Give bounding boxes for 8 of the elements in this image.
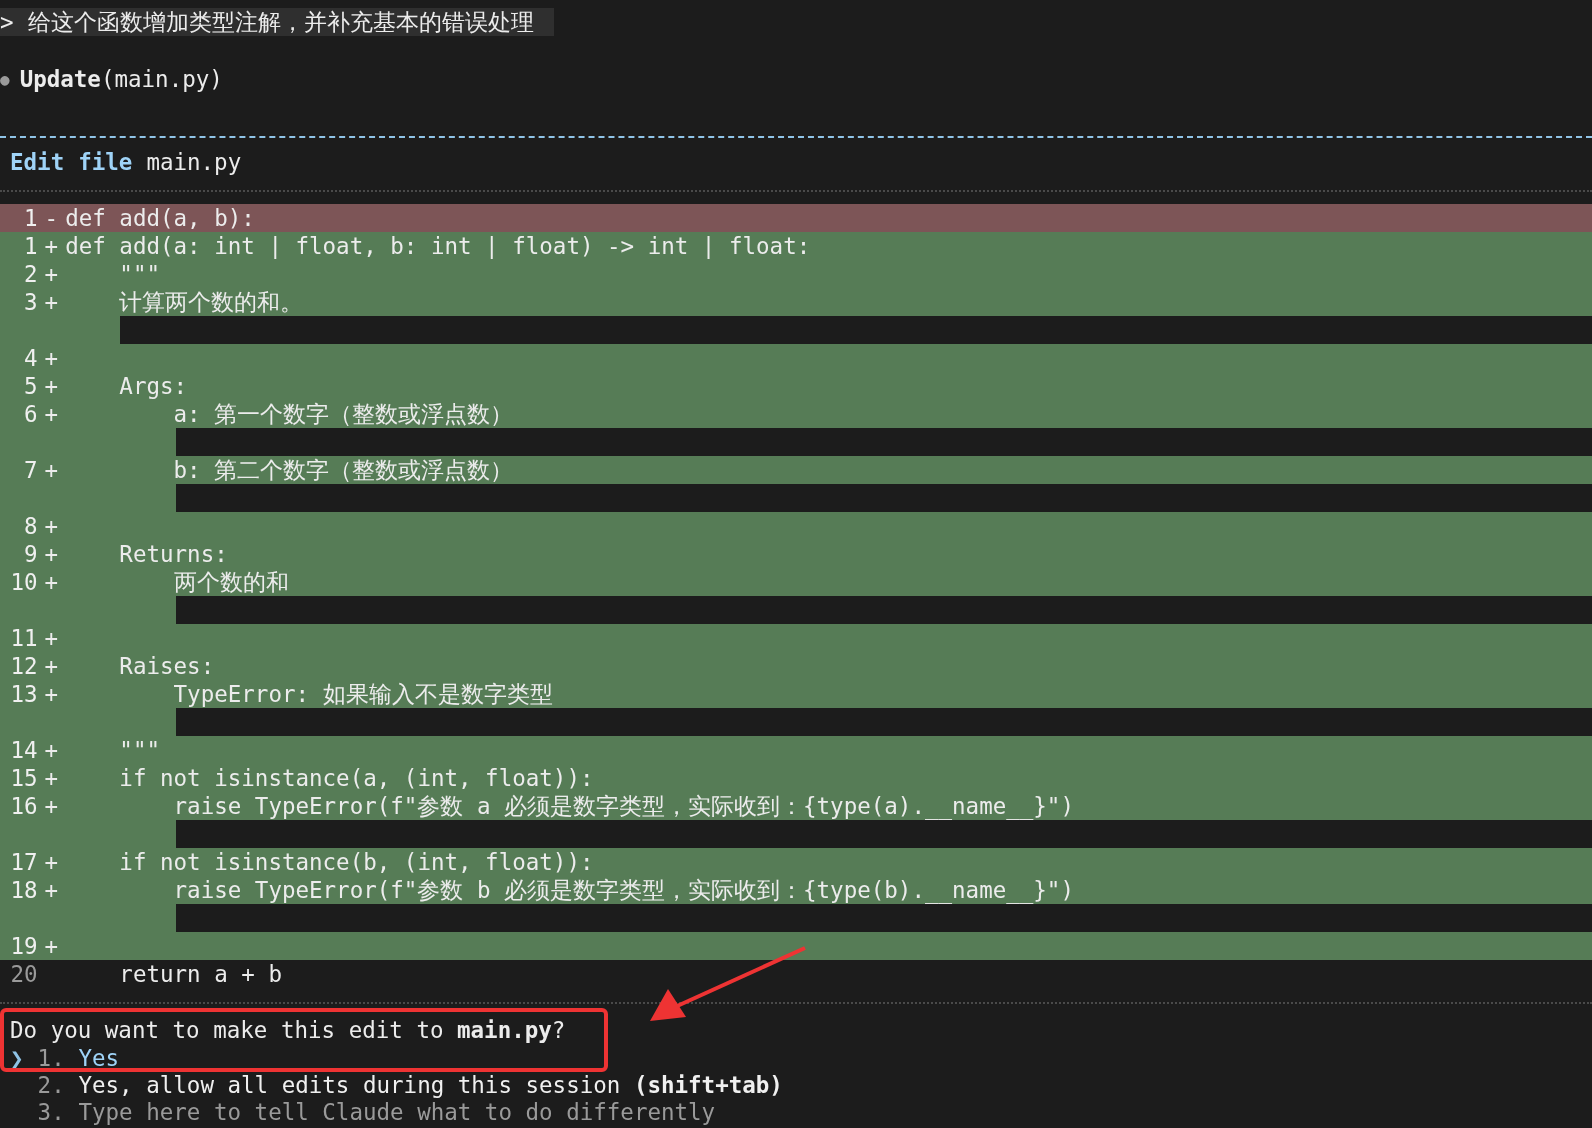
code-line: 20 return a + b	[9, 960, 283, 988]
tool-call: ● Update(main.py)	[0, 65, 224, 93]
option-item[interactable]: 3. Type here to tell Claude what to do differently	[0, 1098, 716, 1125]
option-item[interactable]: 2. Yes, allow all edits during this session (shift+tab)	[0, 1071, 783, 1098]
option-item[interactable]: ❯ 1. Yes	[0, 1044, 120, 1071]
confirm-question: Do you want to make this edit to main.py?	[10, 1016, 567, 1044]
edit-header: Edit file main.py	[9, 148, 243, 176]
user-prompt: > 给这个函数增加类型注解，并补充基本的错误处理	[0, 8, 554, 36]
